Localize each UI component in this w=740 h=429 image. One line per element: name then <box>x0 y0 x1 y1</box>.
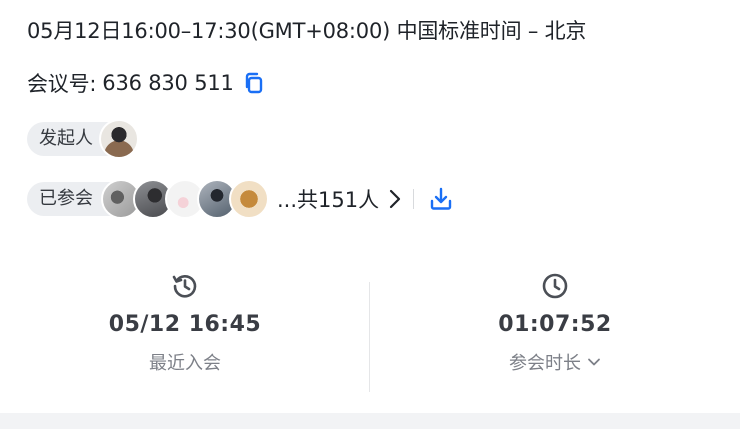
avatar[interactable] <box>229 179 269 219</box>
section-divider <box>0 413 740 429</box>
meeting-id-value: 636 830 511 <box>102 71 234 95</box>
meeting-id-row: 会议号: 636 830 511 <box>27 68 266 98</box>
initiator-avatars <box>99 119 139 159</box>
history-clock-icon <box>171 268 199 300</box>
duration-label: 参会时长 <box>509 353 581 374</box>
clock-icon <box>541 268 569 300</box>
avatar[interactable] <box>99 119 139 159</box>
meeting-id-label: 会议号: <box>27 72 97 96</box>
copy-icon[interactable] <box>242 71 266 95</box>
divider <box>413 189 415 209</box>
chevron-right-icon <box>389 189 401 209</box>
chevron-down-icon <box>587 357 601 367</box>
attendee-count: ...共151人 <box>277 188 380 212</box>
attendee-avatars <box>101 179 269 219</box>
duration-value: 01:07:52 <box>498 312 612 337</box>
download-icon[interactable] <box>428 186 454 212</box>
attendance-stats: 05/12 16:45 最近入会 01:07:52 参会时长 <box>0 268 740 393</box>
duration-label-dropdown[interactable]: 参会时长 <box>509 349 601 375</box>
attendees-row: 已参会 ...共151人 <box>27 179 454 219</box>
last-join-label: 最近入会 <box>149 353 221 374</box>
attendee-count-link[interactable]: ...共151人 <box>277 184 401 214</box>
initiator-row: 发起人 <box>27 119 139 159</box>
last-join-stat: 05/12 16:45 最近入会 <box>0 268 370 375</box>
duration-stat: 01:07:52 参会时长 <box>370 268 740 375</box>
last-join-value: 05/12 16:45 <box>108 312 262 337</box>
meeting-time: 05月12日16:00–17:30(GMT+08:00) 中国标准时间 – 北京 <box>27 19 587 43</box>
stats-divider <box>369 282 370 392</box>
